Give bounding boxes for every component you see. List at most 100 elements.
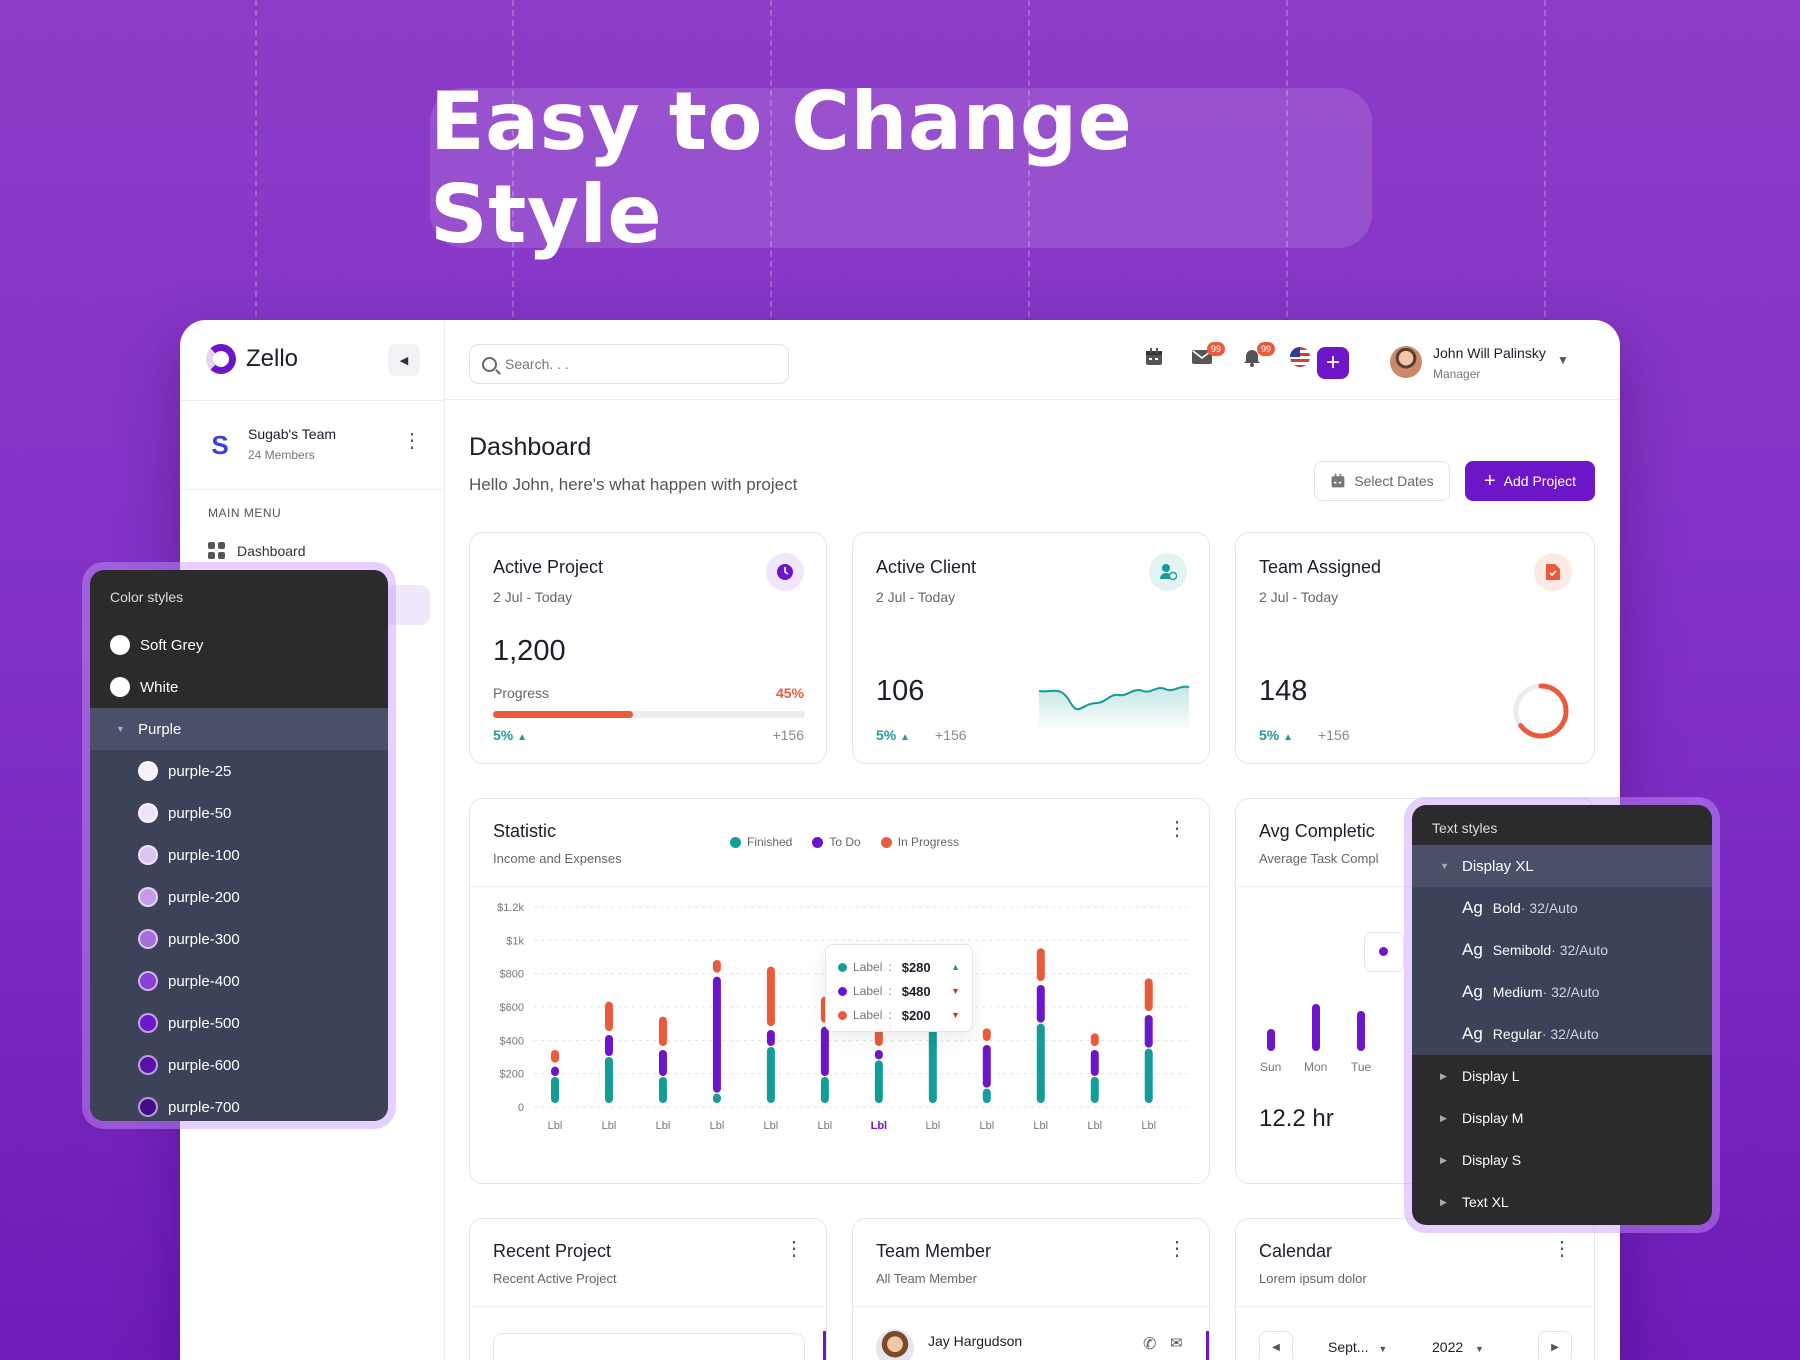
plus-icon: +	[1483, 470, 1496, 492]
bar-to-do	[712, 976, 721, 1093]
project-clock-icon	[766, 553, 804, 591]
text-style-group[interactable]: ▶ Display L	[1412, 1055, 1712, 1097]
team-member-card: Team Member All Team Member ⋮ Jay Hargud…	[852, 1218, 1210, 1360]
add-project-button[interactable]: + Add Project	[1465, 461, 1595, 501]
bar-to-do	[551, 1066, 559, 1076]
calendar-header	[1236, 1219, 1594, 1307]
progress-bar	[493, 711, 805, 718]
y-tick-label: $600	[500, 1002, 524, 1014]
mail-icon[interactable]: ✉	[1170, 1334, 1183, 1352]
bar-finished	[1036, 1023, 1045, 1103]
text-style-info: · 32/Auto	[1542, 984, 1600, 1000]
flag-us-icon[interactable]	[1285, 346, 1315, 376]
team-switcher[interactable]: S Sugab's Team 24 Members ⋮	[180, 400, 445, 490]
text-style-weight: Medium	[1492, 984, 1543, 1000]
color-style-item[interactable]: purple-100	[90, 834, 388, 876]
y-tick-label: $200	[500, 1069, 524, 1081]
color-style-item[interactable]: purple-400	[90, 960, 388, 1002]
select-dates-label: Select Dates	[1354, 473, 1434, 489]
text-group-display-xl[interactable]: ▼ Display XL	[1412, 845, 1712, 887]
caret-down-icon: ▼	[1440, 861, 1449, 871]
phone-icon[interactable]: ✆	[1143, 1334, 1156, 1354]
prev-month-button[interactable]: ◀	[1259, 1331, 1293, 1360]
avg-bar	[1312, 1004, 1320, 1051]
type-sample: Ag	[1462, 1024, 1483, 1043]
avatar[interactable]	[876, 1329, 914, 1360]
text-style-item[interactable]: Ag Semibold · 32/Auto	[1412, 929, 1712, 971]
color-style-item[interactable]: purple-50	[90, 792, 388, 834]
hero-title: Easy to Change Style	[430, 75, 1133, 261]
sidebar-collapse-button[interactable]: ◀	[388, 344, 420, 376]
text-style-item[interactable]: Ag Regular · 32/Auto	[1412, 1013, 1712, 1055]
display-xl-styles: Ag Bold · 32/Auto Ag Semibold · 32/Auto Ag Me…	[1412, 887, 1712, 1055]
text-style-item[interactable]: Ag Bold · 32/Auto	[1412, 887, 1712, 929]
avg-day-label: Mon	[1304, 1060, 1328, 1074]
text-styles-panel: Text styles ▼ Display XL Ag Bold · 32/Auto…	[1412, 805, 1712, 1225]
color-swatch	[138, 887, 158, 907]
search-box[interactable]	[469, 344, 789, 384]
text-style-group[interactable]: ▶ Text XL	[1412, 1181, 1712, 1223]
calendar-icon[interactable]	[1139, 346, 1169, 376]
logo: Zello	[206, 344, 298, 374]
text-style-group[interactable]: ▶ Display S	[1412, 1139, 1712, 1181]
search-input[interactable]	[505, 356, 765, 372]
type-sample: Ag	[1462, 982, 1483, 1001]
color-style-item[interactable]: purple-25	[90, 750, 388, 792]
color-style-item[interactable]: purple-300	[90, 918, 388, 960]
bar-to-do	[1144, 1015, 1153, 1048]
color-style-item[interactable]: purple-200	[90, 876, 388, 918]
text-style-weight: Semibold	[1492, 942, 1552, 958]
x-tick-label: Lbl	[1087, 1120, 1102, 1132]
card-title: Team Assigned	[1259, 557, 1382, 577]
team-more-icon[interactable]: ⋮	[402, 431, 422, 451]
scrollbar[interactable]	[823, 1331, 826, 1360]
color-style-item[interactable]: purple-500	[90, 1002, 388, 1044]
text-style-group[interactable]: ▶ Display M	[1412, 1097, 1712, 1139]
client-user-icon	[1149, 553, 1187, 591]
calendar-subtitle: Lorem ipsum dolor	[1259, 1271, 1367, 1286]
quick-add-button[interactable]: +	[1317, 347, 1349, 379]
avg-value: 12.2 hr	[1259, 1105, 1334, 1132]
color-style-item[interactable]: purple-700	[90, 1086, 388, 1121]
x-tick-label: Lbl	[979, 1120, 994, 1132]
y-tick-label: $800	[500, 969, 524, 981]
bar-finished	[982, 1088, 991, 1103]
recent-header	[470, 1219, 826, 1307]
mail-icon[interactable]: 99	[1187, 342, 1225, 376]
text-style-info: · 32/Auto	[1520, 900, 1578, 916]
month-select[interactable]: Sept... ▼	[1328, 1339, 1387, 1355]
x-tick-label: Lbl	[764, 1120, 779, 1132]
project-item[interactable]	[493, 1333, 805, 1360]
sidebar-item-dashboard[interactable]: Dashboard	[208, 542, 306, 559]
color-style-item[interactable]: Soft Grey	[90, 624, 388, 666]
recent-more-icon[interactable]: ⋮	[784, 1239, 804, 1259]
year-select[interactable]: 2022 ▼	[1432, 1339, 1484, 1355]
calendar-card: Calendar Lorem ipsum dolor ⋮ ◀ Sept... ▼…	[1235, 1218, 1595, 1360]
color-style-label: purple-100	[168, 846, 240, 864]
dashboard-grid-icon	[208, 542, 225, 559]
recent-project-card: Recent Project Recent Active Project ⋮	[469, 1218, 827, 1360]
statistic-more-icon[interactable]: ⋮	[1167, 819, 1187, 839]
select-dates-button[interactable]: Select Dates	[1314, 461, 1450, 501]
color-style-item[interactable]: White	[90, 666, 388, 708]
statistic-title: Statistic	[493, 821, 557, 841]
chevron-down-icon[interactable]: ▼	[1557, 353, 1569, 367]
color-style-item[interactable]: purple-600	[90, 1044, 388, 1086]
mail-badge: 99	[1206, 342, 1225, 356]
avatar[interactable]	[1390, 346, 1422, 378]
arrow-up-icon: ▲	[517, 732, 528, 743]
text-style-item[interactable]: Ag Medium · 32/Auto	[1412, 971, 1712, 1013]
y-tick-label: $400	[500, 1035, 524, 1047]
calendar-more-icon[interactable]: ⋮	[1552, 1239, 1572, 1259]
bar-finished	[604, 1057, 613, 1103]
card-date: 2 Jul - Today	[876, 589, 956, 605]
team-member-more-icon[interactable]: ⋮	[1167, 1239, 1187, 1259]
color-group-purple[interactable]: ▼ Purple	[90, 708, 388, 750]
bar-finished	[766, 1047, 775, 1103]
scrollbar[interactable]	[1206, 1331, 1209, 1360]
bell-icon[interactable]: 99	[1237, 342, 1275, 376]
card-title: Active Project	[493, 557, 604, 577]
text-style-groups: ▶ Display L ▶ Display M ▶ Display S ▶ Text XL	[1412, 1055, 1712, 1223]
next-month-button[interactable]: ▶	[1538, 1331, 1572, 1360]
add-project-label: Add Project	[1503, 473, 1577, 489]
